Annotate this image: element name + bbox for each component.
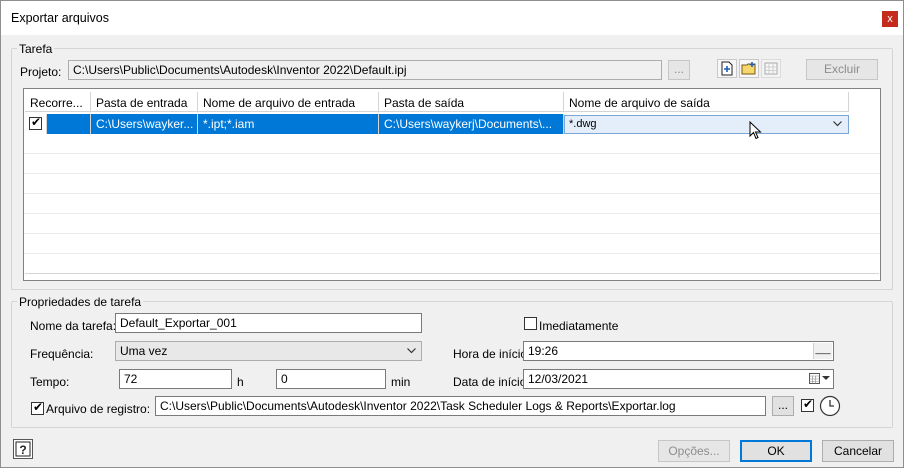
horas-unit-label: h [237, 375, 244, 389]
tarefa-legend: Tarefa [17, 42, 55, 56]
hora-spin-button[interactable]: ___ [813, 343, 832, 359]
column-header-pasta-entrada[interactable]: Pasta de entrada [91, 92, 198, 112]
imediatamente-checkbox[interactable] [524, 317, 537, 330]
export-dialog: Exportar arquivos x Tarefa Projeto: C:\U… [0, 0, 904, 468]
mouse-pointer-icon [749, 121, 762, 140]
task-grid[interactable]: Recorre... Pasta de entrada Nome de arqu… [23, 88, 881, 281]
data-inicio-value: 12/03/2021 [528, 372, 589, 386]
frequencia-select[interactable]: Uma vez [115, 341, 422, 361]
column-header-pasta-saida[interactable]: Pasta de saída [379, 92, 564, 112]
title-bar: Exportar arquivos x [1, 1, 903, 35]
registro-option-checkbox[interactable]: ✔ [801, 397, 814, 412]
new-document-icon [721, 61, 733, 76]
tempo-minutos-input[interactable]: 0 [276, 369, 386, 389]
grid-line [24, 173, 880, 174]
arquivo-registro-input[interactable]: C:\Users\Public\Documents\Autodesk\Inven… [155, 396, 766, 416]
add-folder-button[interactable] [739, 59, 759, 78]
nome-saida-value: *.dwg [569, 118, 597, 130]
calendar-icon[interactable] [809, 373, 820, 384]
arquivo-registro-checkbox[interactable]: ✔ [31, 400, 44, 415]
tempo-horas-input[interactable]: 72 [119, 369, 232, 389]
grid-bottom-line [25, 273, 879, 274]
folder-add-icon [741, 62, 756, 75]
frequencia-label: Frequência: [30, 347, 94, 361]
cell-pasta-saida[interactable]: C:\Users\waykerj\Documents\... [379, 114, 564, 134]
column-header-recorrente[interactable]: Recorre... [25, 92, 91, 112]
registro-browse-button[interactable]: ... [772, 396, 794, 416]
ok-button[interactable]: OK [740, 440, 812, 462]
chevron-down-icon [833, 121, 842, 127]
hora-inicio-input[interactable]: 19:26 ___ [523, 341, 834, 361]
grid-edit-icon [764, 62, 778, 75]
propriedades-legend: Propriedades de tarefa [17, 295, 144, 309]
minutos-unit-label: min [391, 375, 411, 389]
hora-inicio-label: Hora de início: [453, 347, 531, 361]
question-icon: ? [15, 441, 31, 457]
frequencia-value: Uma vez [120, 344, 168, 358]
dialog-title: Exportar arquivos [11, 11, 109, 25]
cell-recorrente-fill [47, 114, 91, 134]
tempo-label: Tempo: [30, 375, 70, 389]
projeto-field[interactable]: C:\Users\Public\Documents\Autodesk\Inven… [68, 60, 662, 80]
arquivo-registro-label[interactable]: Arquivo de registro: [46, 402, 150, 416]
cell-nome-entrada[interactable]: *.ipt;*.iam [198, 114, 379, 134]
data-inicio-input[interactable]: 12/03/2021 [523, 369, 834, 389]
chevron-down-icon[interactable] [822, 376, 830, 381]
cancelar-button[interactable]: Cancelar [822, 440, 894, 462]
grid-line [24, 213, 880, 214]
grid-line [24, 253, 880, 254]
opcoes-button[interactable]: Opções... [658, 440, 730, 462]
grid-line [24, 153, 880, 154]
grid-line [24, 193, 880, 194]
edit-task-button[interactable] [761, 59, 781, 78]
svg-text:?: ? [19, 443, 26, 457]
clock-icon[interactable] [819, 395, 841, 417]
cell-nome-saida-dropdown[interactable]: *.dwg [564, 115, 849, 134]
help-button[interactable]: ? [13, 439, 33, 459]
imediatamente-label[interactable]: Imediatamente [539, 319, 618, 333]
cell-recorrente[interactable]: ✔ [25, 114, 47, 134]
column-header-nome-saida[interactable]: Nome de arquivo de saída [564, 92, 849, 112]
projeto-label: Projeto: [20, 65, 62, 79]
chevron-down-icon [407, 348, 416, 354]
hora-inicio-value: 19:26 [528, 344, 559, 358]
close-button[interactable]: x [882, 11, 898, 27]
recorrente-checkbox[interactable]: ✔ [29, 115, 42, 130]
nome-tarefa-input[interactable]: Default_Exportar_001 [115, 313, 422, 333]
grid-line [24, 233, 880, 234]
column-header-nome-entrada[interactable]: Nome de arquivo de entrada [198, 92, 379, 112]
data-inicio-label: Data de início: [453, 375, 530, 389]
cell-pasta-entrada[interactable]: C:\Users\wayker... [91, 114, 198, 134]
add-task-button[interactable] [717, 59, 737, 78]
excluir-button[interactable]: Excluir [806, 59, 878, 80]
nome-tarefa-label: Nome da tarefa: [30, 319, 117, 333]
projeto-browse-button[interactable]: ... [668, 60, 690, 80]
